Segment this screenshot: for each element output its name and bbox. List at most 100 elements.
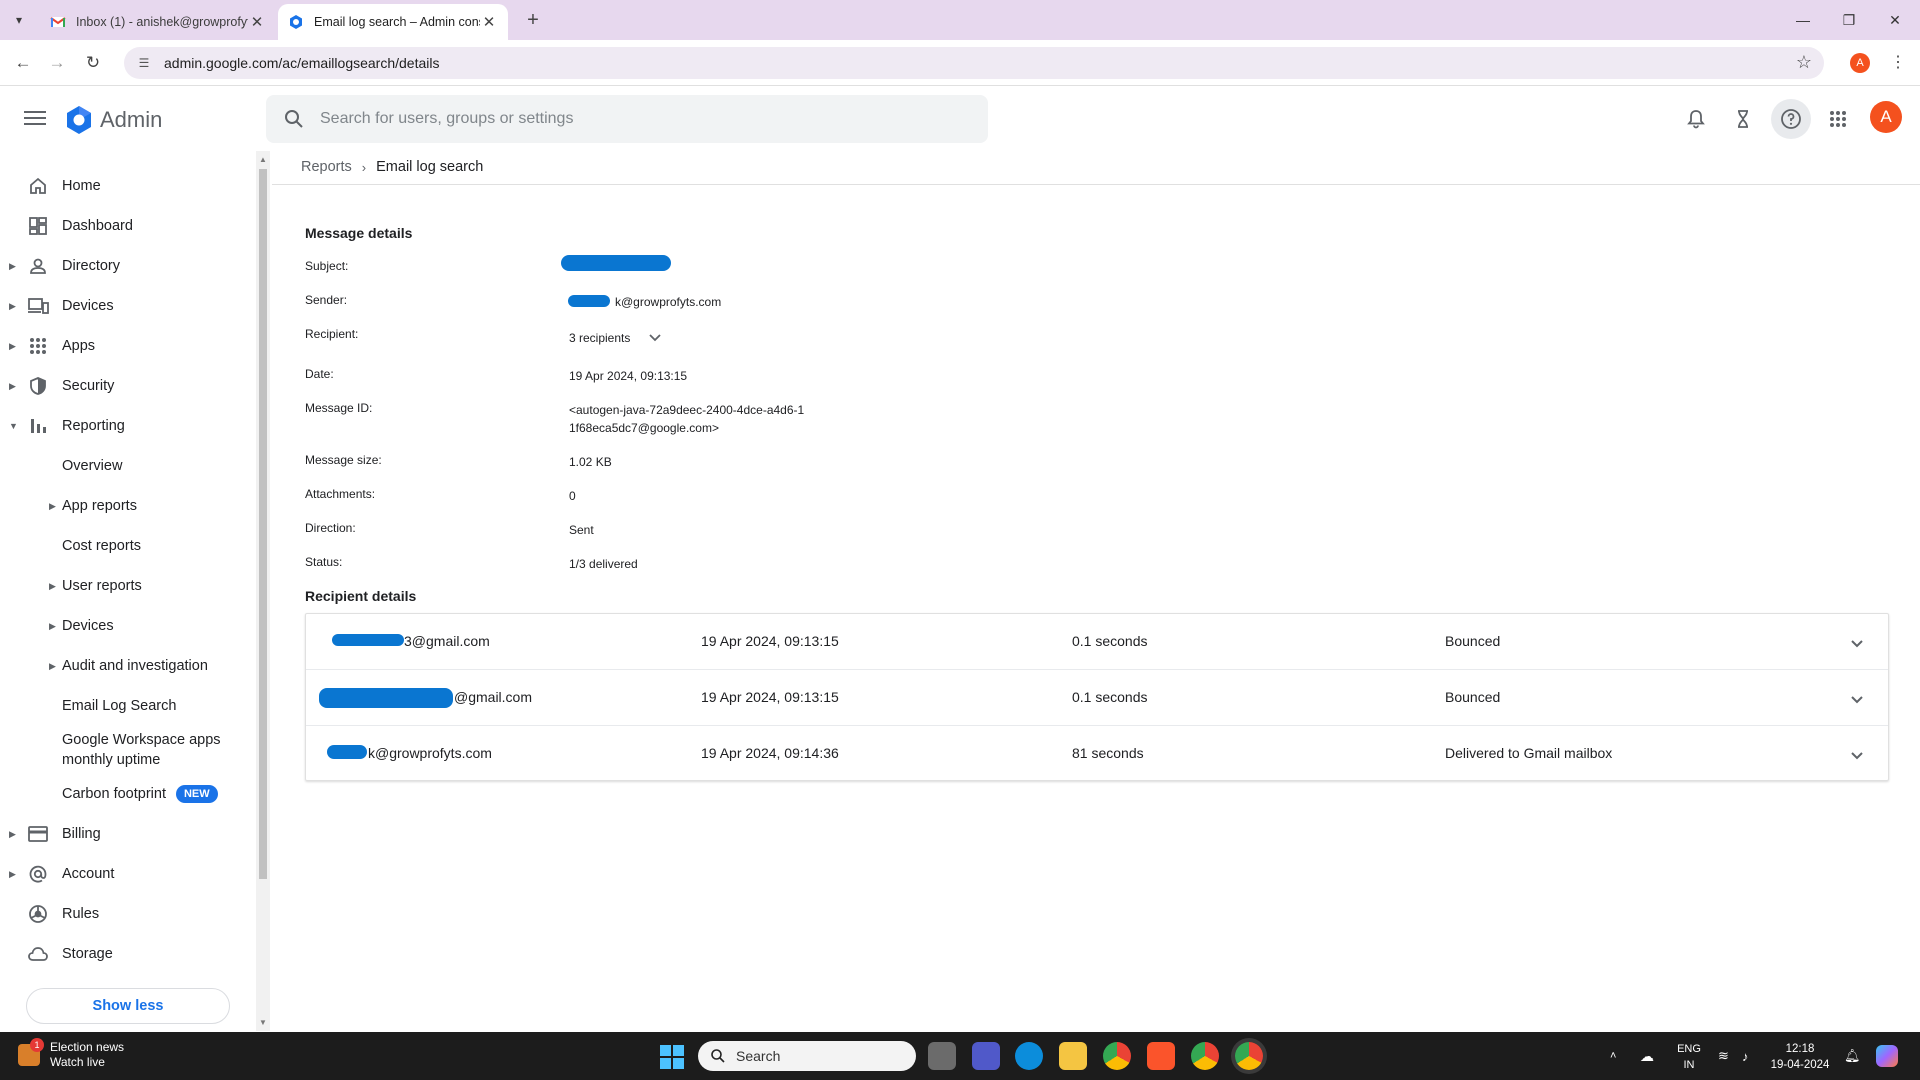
expand-row-chevron-icon[interactable]	[1846, 688, 1868, 710]
recipient-table: 3@gmail.com 19 Apr 2024, 09:13:15 0.1 se…	[305, 613, 1889, 781]
sidebar-item-audit[interactable]: ▶ Audit and investigation	[0, 648, 256, 684]
google-apps-grid-icon[interactable]	[1818, 99, 1858, 139]
task-view-icon[interactable]	[928, 1042, 956, 1070]
sidebar-scrollbar[interactable]: ▲ ▼	[256, 151, 270, 1031]
tray-chevron-up-icon[interactable]: ˄	[1610, 1032, 1616, 1080]
recipients-dropdown[interactable]: 3 recipients	[569, 329, 869, 347]
browser-profile-avatar[interactable]: A	[1850, 53, 1870, 73]
breadcrumb-reports[interactable]: Reports	[301, 159, 352, 175]
browser-tab-bar: ▾ Inbox (1) - anishek@growprofyts ✕ Emai…	[0, 0, 1920, 40]
chrome-profile-icon[interactable]	[1191, 1042, 1219, 1070]
show-less-button[interactable]: Show less	[26, 988, 230, 1024]
chrome-active-icon[interactable]	[1235, 1042, 1263, 1070]
sidebar-item-account[interactable]: ▶ Account	[0, 856, 256, 892]
status-value: 1/3 delivered	[569, 557, 638, 571]
sidebar-item-rules[interactable]: Rules	[0, 896, 256, 932]
sidebar-item-reporting-devices[interactable]: ▶ Devices	[0, 608, 256, 644]
admin-header: Admin A	[0, 87, 1920, 151]
expand-caret-icon: ▶	[49, 620, 56, 631]
tab-title: Email log search – Admin cons	[314, 15, 480, 29]
edge-icon[interactable]	[1015, 1042, 1043, 1070]
bar-chart-icon	[27, 415, 49, 437]
news-widget[interactable]: 1 Election news Watch live	[18, 1038, 125, 1070]
news-title: Election news	[50, 1040, 125, 1054]
table-row[interactable]: 3@gmail.com 19 Apr 2024, 09:13:15 0.1 se…	[306, 614, 1888, 670]
brave-icon[interactable]	[1147, 1042, 1175, 1070]
attachments-value: 0	[569, 489, 576, 503]
sidebar-item-security[interactable]: ▶ Security	[0, 368, 256, 404]
language-indicator[interactable]: ENG IN	[1674, 1041, 1704, 1073]
browser-tab-email-log[interactable]: Email log search – Admin cons ✕	[278, 4, 508, 40]
site-info-icon[interactable]: ☰	[134, 53, 154, 73]
message-id-value: <autogen-java-72a9deec-2400-4dce-a4d6-11…	[569, 403, 805, 435]
sidebar-item-billing[interactable]: ▶ Billing	[0, 816, 256, 852]
sidebar-item-dashboard[interactable]: Dashboard	[0, 208, 256, 244]
sidebar-item-carbon-footprint[interactable]: Carbon footprint NEW	[0, 776, 256, 812]
sidebar-item-overview[interactable]: Overview	[0, 448, 256, 484]
reload-icon[interactable]: ↻	[80, 50, 106, 76]
copilot-icon[interactable]	[1876, 1032, 1898, 1080]
sidebar-item-app-reports[interactable]: ▶ App reports	[0, 488, 256, 524]
sidebar-item-user-reports[interactable]: ▶ User reports	[0, 568, 256, 604]
notification-bell-icon[interactable]: 🔔︎	[1844, 1032, 1861, 1080]
taskbar-search[interactable]: Search	[698, 1041, 916, 1071]
sidebar-item-workspace-uptime[interactable]: Google Workspace apps monthly uptime	[0, 728, 256, 772]
onedrive-cloud-icon[interactable]: ☁	[1640, 1032, 1654, 1080]
apps-grid-icon	[27, 335, 49, 357]
bookmark-star-icon[interactable]: ☆	[1796, 52, 1812, 73]
search-input[interactable]	[320, 110, 920, 128]
browser-tab-inbox[interactable]: Inbox (1) - anishek@growprofyts ✕	[40, 4, 276, 40]
close-tab-icon[interactable]: ✕	[248, 13, 266, 31]
recipient-date: 19 Apr 2024, 09:14:36	[701, 745, 839, 761]
url-bar[interactable]: ☰ admin.google.com/ac/emaillogsearch/det…	[124, 47, 1824, 79]
person-icon	[27, 255, 49, 277]
chrome-icon[interactable]	[1103, 1042, 1131, 1070]
sidebar-item-home[interactable]: Home	[0, 168, 256, 204]
url-text[interactable]: admin.google.com/ac/emaillogsearch/detai…	[164, 55, 439, 71]
sidebar-item-directory[interactable]: ▶ Directory	[0, 248, 256, 284]
at-icon	[27, 863, 49, 885]
close-window-icon[interactable]: ✕	[1872, 6, 1918, 34]
sidebar-item-devices[interactable]: ▶ Devices	[0, 288, 256, 324]
search-bar[interactable]	[266, 95, 988, 143]
windows-start-icon[interactable]	[660, 1045, 684, 1069]
scroll-down-icon[interactable]: ▼	[259, 1018, 267, 1027]
address-bar: ← → ↻ ☰ admin.google.com/ac/emaillogsear…	[0, 40, 1920, 86]
browser-menu-icon[interactable]: ⋮	[1890, 52, 1906, 72]
back-icon[interactable]: ←	[10, 50, 36, 76]
expand-row-chevron-icon[interactable]	[1846, 744, 1868, 766]
breadcrumb: Reports › Email log search	[301, 159, 483, 175]
expand-row-chevron-icon[interactable]	[1846, 632, 1868, 654]
new-tab-icon[interactable]: +	[520, 8, 546, 34]
size-value: 1.02 KB	[569, 455, 612, 469]
breadcrumb-current: Email log search	[376, 159, 484, 175]
tab-search-chevron-icon[interactable]: ▾	[8, 9, 30, 31]
sidebar-item-cost-reports[interactable]: Cost reports	[0, 528, 256, 564]
forward-icon[interactable]: →	[44, 50, 70, 76]
app-title[interactable]: Admin	[100, 107, 162, 133]
wifi-icon[interactable]: ≋	[1718, 1032, 1729, 1080]
file-explorer-icon[interactable]	[1059, 1042, 1087, 1070]
sidebar-item-storage[interactable]: Storage	[0, 936, 256, 972]
sidebar-item-email-log-search[interactable]: Email Log Search	[0, 688, 256, 724]
close-tab-icon[interactable]: ✕	[480, 13, 498, 31]
notifications-bell-icon[interactable]	[1676, 99, 1716, 139]
sidebar-item-apps[interactable]: ▶ Apps	[0, 328, 256, 364]
main-menu-icon[interactable]	[22, 107, 48, 131]
scrollbar-thumb[interactable]	[259, 169, 267, 879]
news-icon: 1	[18, 1038, 44, 1066]
help-icon[interactable]	[1771, 99, 1811, 139]
teams-icon[interactable]	[972, 1042, 1000, 1070]
restore-icon[interactable]: ❐	[1826, 6, 1872, 34]
tasks-hourglass-icon[interactable]	[1723, 99, 1763, 139]
sidebar-item-reporting[interactable]: ▼ Reporting	[0, 408, 256, 444]
table-row[interactable]: @gmail.com 19 Apr 2024, 09:13:15 0.1 sec…	[306, 670, 1888, 726]
news-badge: 1	[30, 1038, 44, 1052]
volume-icon[interactable]: ♪	[1742, 1032, 1749, 1080]
minimize-icon[interactable]: —	[1780, 6, 1826, 34]
redaction-mark	[319, 688, 453, 708]
table-row[interactable]: k@growprofyts.com 19 Apr 2024, 09:14:36 …	[306, 726, 1888, 782]
clock[interactable]: 12:18 19-04-2024	[1760, 1041, 1840, 1073]
scroll-up-icon[interactable]: ▲	[259, 155, 267, 164]
account-avatar[interactable]: A	[1870, 101, 1902, 133]
